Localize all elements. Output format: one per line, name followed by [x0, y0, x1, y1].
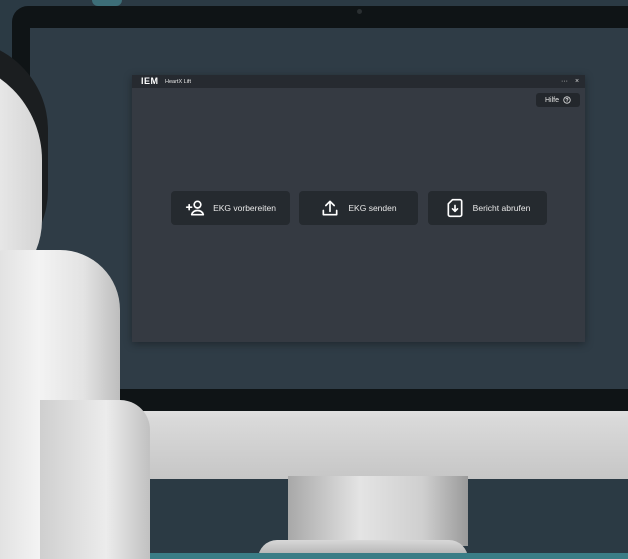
prepare-ekg-button[interactable]: EKG vorbereiten	[171, 191, 290, 225]
prepare-ekg-label: EKG vorbereiten	[213, 203, 276, 213]
more-menu-button[interactable]: ···	[561, 75, 568, 88]
upload-icon	[322, 200, 338, 216]
app-logo: IEM	[141, 76, 159, 86]
help-button[interactable]: Hilfe	[536, 93, 580, 107]
download-document-icon	[447, 198, 463, 218]
close-button[interactable]: ×	[575, 75, 579, 88]
monitor-stand-neck	[288, 476, 468, 546]
device-shelf	[40, 400, 150, 559]
help-label: Hilfe	[544, 96, 559, 104]
help-circle-icon	[563, 96, 571, 104]
fetch-report-label: Bericht abrufen	[472, 203, 531, 213]
app-window: IEM HeartX Lift ··· × Hilfe EKG vorberei…	[132, 75, 585, 342]
teal-strip-bottom	[120, 553, 628, 559]
send-ekg-button[interactable]: EKG senden	[299, 191, 418, 225]
fetch-report-button[interactable]: Bericht abrufen	[428, 191, 547, 225]
title-bar: IEM HeartX Lift ··· ×	[132, 75, 585, 88]
app-title: HeartX Lift	[165, 79, 191, 85]
send-ekg-label: EKG senden	[348, 203, 397, 213]
monitor-camera	[357, 9, 362, 14]
add-person-icon	[185, 200, 205, 216]
